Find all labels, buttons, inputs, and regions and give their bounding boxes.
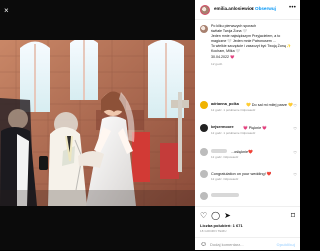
instagram-post-modal: × emilia.anlosiewicz • Obserwuj ••• Po k… bbox=[0, 0, 300, 250]
comment-username[interactable]: adrianna_polka bbox=[211, 102, 239, 106]
blurred-commenter-avatar[interactable] bbox=[200, 192, 208, 200]
commenter-avatar[interactable] bbox=[200, 124, 208, 132]
blurred-username bbox=[211, 149, 227, 153]
comment-input[interactable] bbox=[210, 241, 280, 248]
comment-meta: 12 godz. 1 polubienie Odpowiedz bbox=[211, 131, 256, 135]
emoji-icon[interactable]: ☺ bbox=[200, 241, 207, 248]
follow-button[interactable]: Obserwuj bbox=[255, 6, 276, 11]
comment-like-icon[interactable]: ♡ bbox=[293, 126, 297, 131]
comment-meta: 12 godz. Odpowiedz bbox=[211, 177, 239, 181]
comment-username[interactable]: kejsermoore bbox=[211, 125, 234, 129]
follow-separator: • bbox=[251, 6, 253, 11]
post-header: emilia.anlosiewicz • Obserwuj ••• bbox=[195, 0, 300, 20]
post-comment-button[interactable]: Opublikuj bbox=[277, 242, 295, 247]
bookmark-icon[interactable]: ⌑ bbox=[291, 211, 295, 220]
author-username[interactable]: emilia.anlosiewicz bbox=[214, 6, 254, 11]
comment-composer: ☺ Opublikuj bbox=[195, 237, 300, 251]
wedding-photo[interactable] bbox=[0, 40, 195, 206]
comment-item: adrianna_polka 💛 Do sal mi miłej parze 💛… bbox=[200, 101, 300, 113]
comment-item bbox=[200, 192, 300, 204]
comment-like-icon[interactable]: ♡ bbox=[293, 172, 297, 177]
blurred-commenter-avatar[interactable] bbox=[200, 148, 208, 156]
caption-author-avatar[interactable] bbox=[200, 25, 208, 33]
comment-item: Congratulation on your wedding! ❤️ 12 go… bbox=[200, 170, 300, 182]
caption-text: Po kilku pierwszych sporach świtałe Twoj… bbox=[211, 24, 292, 59]
close-icon[interactable]: × bbox=[4, 6, 9, 15]
comment-text: 💛 Do sal mi miłej parze 💛 bbox=[246, 103, 293, 107]
post-action-bar: ♡ ◯ ➤ ⌑ Liczba polubień: 1 671 18 GODZIN… bbox=[195, 206, 300, 250]
caption-timestamp: 12 godz. bbox=[211, 62, 223, 66]
post-date: 18 GODZIN TEMU bbox=[200, 229, 227, 233]
blurred-commenter-avatar[interactable] bbox=[200, 170, 208, 178]
comment-icon[interactable]: ◯ bbox=[211, 211, 220, 220]
commenter-avatar[interactable] bbox=[200, 101, 208, 109]
share-icon[interactable]: ➤ bbox=[224, 211, 231, 220]
comment-text: 💗 Pięknie 💗 bbox=[243, 126, 268, 130]
likes-count[interactable]: Liczba polubień: 1 671 bbox=[200, 223, 243, 228]
comment-text: Congratulation on your wedding! ❤️ bbox=[211, 172, 272, 176]
comment-item: kejsermoore 💗 Pięknie 💗 12 godz. 1 polub… bbox=[200, 124, 300, 136]
blurred-username bbox=[211, 193, 239, 197]
post-actions: ♡ ◯ ➤ bbox=[200, 211, 231, 220]
comment-meta: 12 godz. 1 polubienie Odpowiedz bbox=[211, 108, 256, 112]
comment-item: ...ośięknie❤️ 12 godz. Odpowiedz ♡ bbox=[200, 148, 300, 160]
wedding-photo-illustration bbox=[0, 40, 195, 206]
comment-like-icon[interactable]: ♡ bbox=[293, 103, 297, 108]
comment-meta: 12 godz. Odpowiedz bbox=[211, 155, 239, 159]
more-options-icon[interactable]: ••• bbox=[289, 5, 296, 11]
author-avatar[interactable] bbox=[200, 5, 210, 15]
comment-text: ...ośięknie❤️ bbox=[231, 150, 253, 154]
heart-icon[interactable]: ♡ bbox=[200, 211, 207, 220]
comment-like-icon[interactable]: ♡ bbox=[293, 150, 297, 155]
